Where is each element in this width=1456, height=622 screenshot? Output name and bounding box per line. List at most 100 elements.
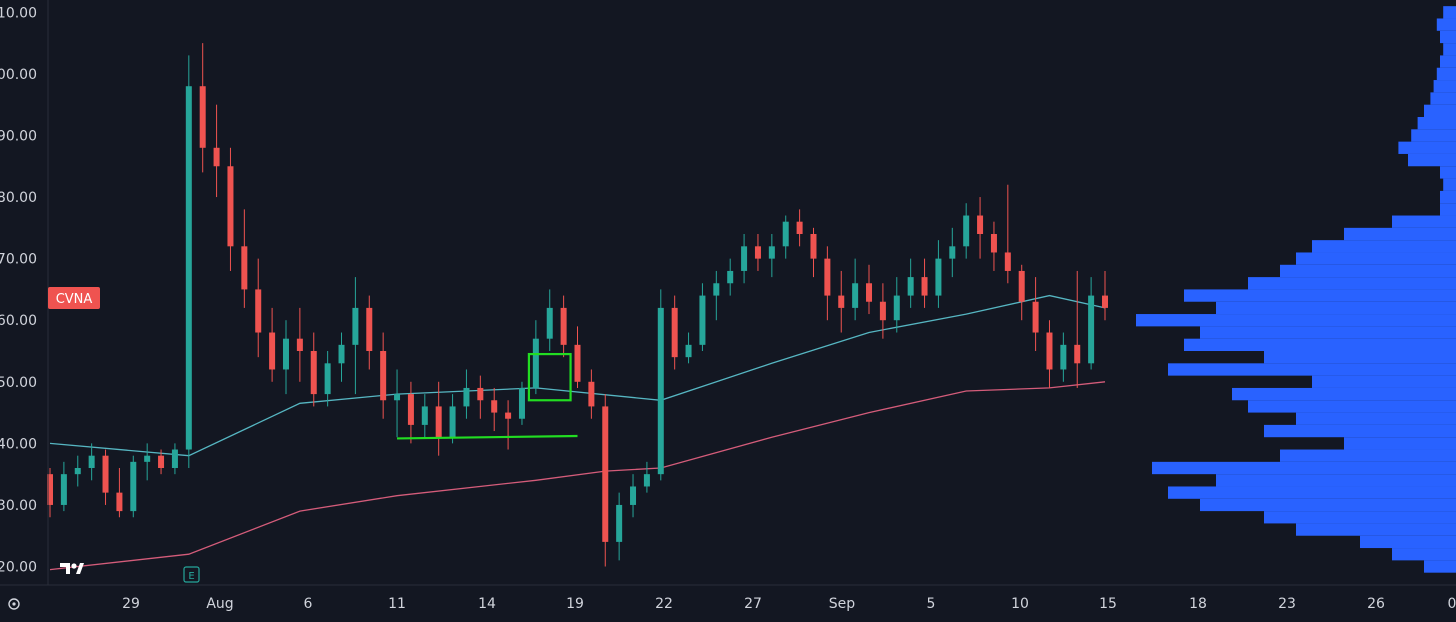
volume-profile-bar (1168, 486, 1456, 499)
candle-body (74, 468, 81, 475)
volume-profile-bar (1440, 203, 1456, 216)
candle-body (616, 504, 623, 542)
volume-profile-bar (1184, 338, 1456, 351)
volume-profile-bar (1184, 289, 1456, 302)
y-tick-label: 80.00 (0, 190, 37, 206)
volume-profile-bar (1200, 326, 1456, 339)
candle-body (879, 301, 886, 321)
candle-body (88, 455, 95, 468)
x-tick-label: Sep (829, 596, 856, 612)
candle-body (352, 307, 359, 345)
candle-body (546, 307, 553, 339)
volume-profile-bar (1443, 6, 1456, 19)
candle-body (60, 474, 67, 505)
symbol-tag[interactable]: CVNA (48, 287, 100, 309)
earnings-marker-label: E (188, 571, 194, 582)
candle-body (977, 215, 984, 234)
y-tick-label: 60.00 (0, 313, 37, 329)
x-tick-label: 27 (744, 596, 762, 612)
candle-body (158, 455, 165, 468)
candle-body (338, 344, 345, 364)
volume-profile-bar (1312, 375, 1456, 388)
candle-body (893, 295, 900, 321)
candle-body (1060, 344, 1067, 370)
candle-body (324, 363, 331, 395)
volume-profile-bar (1264, 511, 1456, 524)
x-tick-label: 18 (1189, 596, 1207, 612)
candle-body (963, 215, 970, 247)
candle-body (1088, 295, 1095, 364)
y-tick-label: 100.00 (0, 67, 37, 83)
volume-profile-bar (1344, 437, 1456, 450)
candle-body (768, 246, 775, 259)
candle-body (185, 86, 192, 450)
candle-body (921, 277, 928, 296)
volume-profile-bar (1436, 18, 1456, 31)
volume-profile-bar (1296, 412, 1456, 425)
volume-profile-bar (1152, 461, 1456, 475)
x-tick-label: 6 (304, 596, 313, 612)
candle-body (421, 406, 428, 425)
candle-body (144, 455, 151, 462)
x-tick-label: 11 (388, 596, 406, 612)
candle-body (796, 221, 803, 234)
volume-profile-bar (1443, 43, 1456, 56)
volume-profile-bar (1440, 55, 1456, 68)
candle-body (1018, 270, 1025, 302)
candle-body (630, 486, 637, 505)
volume-profile-bar (1392, 215, 1456, 228)
y-tick-label: 90.00 (0, 128, 37, 144)
candle-body (477, 387, 484, 401)
candle-body (671, 307, 678, 358)
volume-profile-bar (1392, 548, 1456, 561)
price-chart[interactable]: 20.00 30.00 40.00 50.00 60.00 70.00 80.00 90.00… (0, 0, 1456, 622)
candle-body (491, 400, 498, 413)
candle-body (935, 258, 942, 296)
y-tick-label: 20.00 (0, 560, 37, 576)
candle-body (366, 307, 373, 351)
candle-body (699, 295, 706, 345)
candle-body (754, 246, 761, 259)
volume-profile-bar (1360, 535, 1456, 549)
x-tick-label: 0 (1448, 596, 1456, 612)
candle-body (810, 234, 817, 259)
volume-profile-bar (1408, 153, 1456, 167)
candle-body (199, 86, 206, 148)
candle-body (380, 351, 387, 401)
y-tick-label: 110.00 (0, 5, 37, 21)
x-tick-label: 19 (566, 596, 584, 612)
volume-profile-bar (1200, 498, 1456, 512)
x-tick-label: 14 (478, 596, 496, 612)
candle-body (838, 295, 845, 308)
volume-profile-bar (1296, 252, 1456, 265)
candle-body (505, 412, 512, 419)
volume-profile-bar (1398, 141, 1456, 154)
candle-body (657, 307, 664, 475)
volume-profile-bar (1430, 92, 1456, 105)
volume-profile-bar (1433, 80, 1456, 93)
candle-body (213, 147, 220, 167)
candle-body (602, 406, 609, 542)
candle-body (713, 283, 720, 296)
volume-profile-bar (1440, 166, 1456, 179)
x-tick-label: 15 (1099, 596, 1117, 612)
volume-profile-bar (1424, 104, 1456, 117)
y-tick-label: 40.00 (0, 436, 37, 452)
candle-body (824, 258, 831, 296)
volume-profile-bar (1168, 363, 1456, 376)
volume-profile-bar (1216, 474, 1456, 487)
volume-profile-bar (1248, 277, 1456, 290)
candle-body (310, 351, 317, 395)
x-tick-label: 10 (1011, 596, 1029, 612)
volume-profile-bar (1216, 301, 1456, 315)
candle-body (102, 455, 109, 493)
x-tick-label: 22 (655, 596, 673, 612)
x-tick-label: Aug (206, 596, 233, 612)
volume-profile-bar (1248, 400, 1456, 413)
candle-body (518, 387, 525, 419)
volume-profile-bar (1280, 264, 1456, 278)
volume-profile-bar (1344, 227, 1456, 241)
candle-body (463, 387, 470, 407)
volume-profile-bar (1436, 67, 1456, 81)
candle-body (227, 166, 234, 247)
